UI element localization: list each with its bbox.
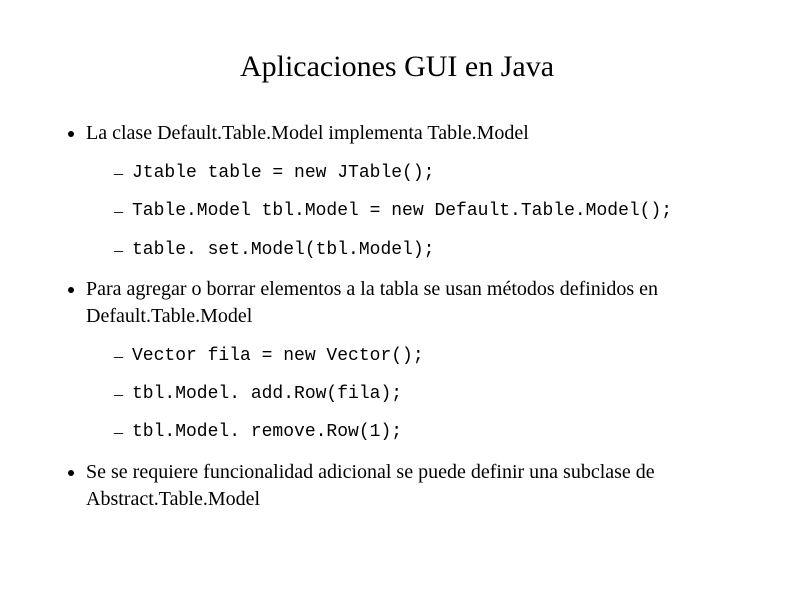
bullet-item: La clase Default.Table.Model implementa … (86, 120, 744, 262)
code-list: Vector fila = new Vector(); tbl.Model. a… (86, 344, 744, 445)
code-list: Jtable table = new JTable(); Table.Model… (86, 161, 744, 262)
bullet-item: Para agregar o borrar elementos a la tab… (86, 276, 744, 445)
bullet-item: Se se requiere funcionalidad adicional s… (86, 459, 744, 513)
slide-title: Aplicaciones GUI en Java (50, 50, 744, 84)
code-line: table. set.Model(tbl.Model); (114, 238, 744, 262)
bullet-lead: Para agregar o borrar elementos a la tab… (86, 276, 744, 330)
code-line: Vector fila = new Vector(); (114, 344, 744, 368)
slide: Aplicaciones GUI en Java La clase Defaul… (0, 0, 794, 595)
code-line: Table.Model tbl.Model = new Default.Tabl… (114, 199, 744, 223)
bullet-list: La clase Default.Table.Model implementa … (50, 120, 744, 513)
code-line: tbl.Model. remove.Row(1); (114, 420, 744, 444)
code-line: tbl.Model. add.Row(fila); (114, 382, 744, 406)
code-line: Jtable table = new JTable(); (114, 161, 744, 185)
bullet-lead: La clase Default.Table.Model implementa … (86, 120, 744, 147)
bullet-lead: Se se requiere funcionalidad adicional s… (86, 459, 744, 513)
